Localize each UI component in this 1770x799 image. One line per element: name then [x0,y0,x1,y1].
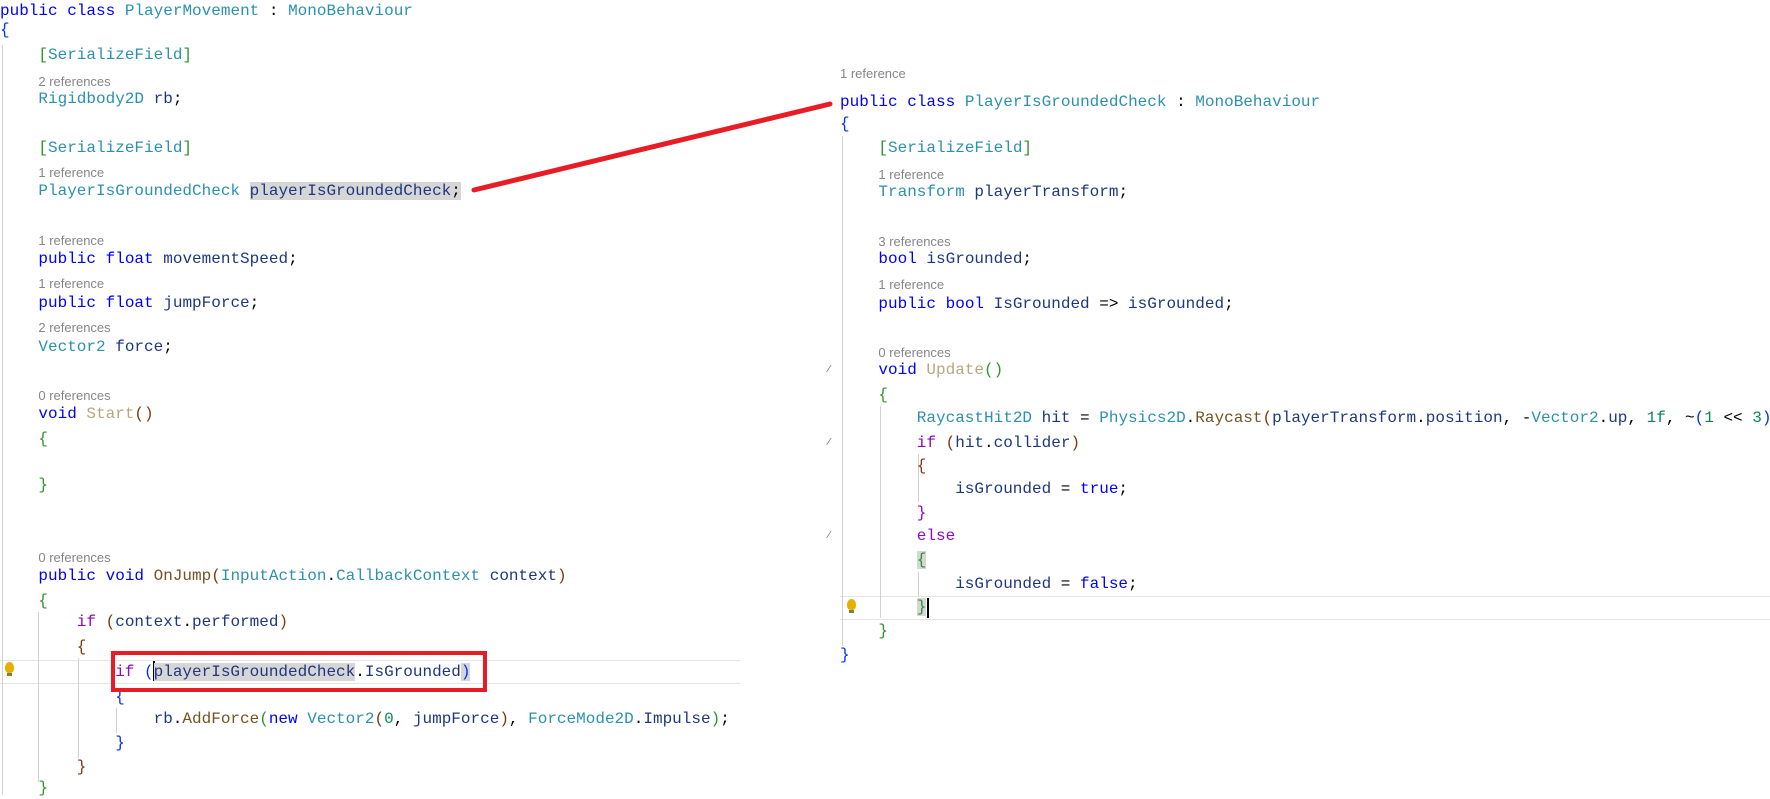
annotation-line [471,101,833,193]
annotation-highlight-box [111,651,487,692]
